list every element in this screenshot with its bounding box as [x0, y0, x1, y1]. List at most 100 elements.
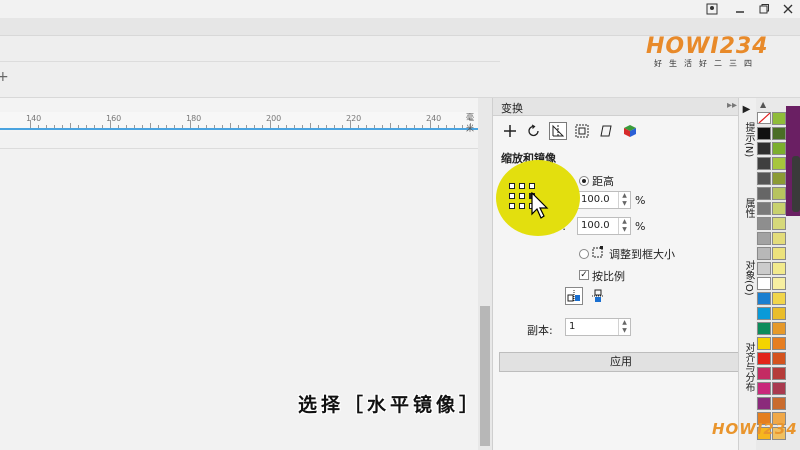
- color-swatch[interactable]: [757, 187, 771, 200]
- user-doc-icon[interactable]: [702, 1, 722, 17]
- hints-tab-icon[interactable]: ▶: [741, 104, 752, 115]
- anchor-dot[interactable]: [509, 193, 515, 199]
- color-swatch[interactable]: [772, 142, 786, 155]
- ruler-tick: [78, 125, 79, 128]
- ruler-tick: [454, 125, 455, 128]
- anchor-dot[interactable]: [519, 193, 525, 199]
- color-swatch[interactable]: [757, 232, 771, 245]
- tab-hints[interactable]: 提示(N): [741, 122, 756, 157]
- mirror-horizontal-icon[interactable]: [565, 287, 583, 305]
- anchor-dot[interactable]: [529, 183, 535, 189]
- color-swatch[interactable]: [757, 172, 771, 185]
- anchor-dot[interactable]: [509, 203, 515, 209]
- color-swatch[interactable]: [772, 397, 786, 410]
- color-swatch[interactable]: [757, 202, 771, 215]
- color-swatch[interactable]: [772, 232, 786, 245]
- color-swatch[interactable]: [757, 322, 771, 335]
- spin-arrows-icon[interactable]: ▲ ▼: [618, 319, 630, 335]
- close-icon[interactable]: [778, 1, 798, 17]
- color-swatch[interactable]: [772, 127, 786, 140]
- x-unit: %: [635, 194, 646, 207]
- color-swatch[interactable]: [757, 142, 771, 155]
- size-icon[interactable]: [573, 122, 591, 140]
- skew-icon[interactable]: [597, 122, 615, 140]
- color-swatch[interactable]: [772, 187, 786, 200]
- tab-properties[interactable]: 属性: [741, 198, 756, 218]
- palette-scroll-handle[interactable]: [792, 156, 800, 212]
- color-swatch[interactable]: [757, 307, 771, 320]
- apply-button[interactable]: 应用: [499, 352, 743, 372]
- color-swatch[interactable]: [772, 292, 786, 305]
- copies-field[interactable]: 1 ▲ ▼: [565, 318, 631, 336]
- x-scale-field[interactable]: 100.0 ▲ ▼: [577, 191, 631, 209]
- color-swatch[interactable]: [772, 352, 786, 365]
- ruler-tick: [214, 125, 215, 128]
- tab-objects[interactable]: 对象(O): [741, 260, 756, 296]
- color-swatch[interactable]: [772, 217, 786, 230]
- color-swatch[interactable]: [757, 247, 771, 260]
- ruler-tick: [46, 125, 47, 128]
- ruler-tick: [310, 123, 311, 128]
- color-swatch[interactable]: [757, 277, 771, 290]
- color-swatch[interactable]: [757, 397, 771, 410]
- docker-title: 变换: [501, 102, 523, 115]
- color-swatch[interactable]: [772, 202, 786, 215]
- color-swatch[interactable]: [757, 352, 771, 365]
- ruler-tick: [382, 125, 383, 128]
- mirror-vertical-icon[interactable]: [589, 287, 607, 305]
- palette-scroll-up-icon[interactable]: ▲: [760, 100, 766, 109]
- color-swatch[interactable]: [757, 262, 771, 275]
- color-swatch[interactable]: [772, 337, 786, 350]
- color-swatch[interactable]: [772, 382, 786, 395]
- minimize-icon[interactable]: [730, 1, 750, 17]
- color-swatch[interactable]: [772, 307, 786, 320]
- color-swatch[interactable]: [772, 172, 786, 185]
- rotate-icon[interactable]: [525, 122, 543, 140]
- restore-icon[interactable]: [754, 1, 774, 17]
- spin-arrows-icon[interactable]: ▲ ▼: [618, 192, 630, 208]
- ruler-tick: [286, 125, 287, 128]
- position-icon[interactable]: [501, 122, 519, 140]
- ruler-unit-label: 毫米: [466, 113, 474, 133]
- color-swatch[interactable]: [772, 277, 786, 290]
- scale-mirror-icon[interactable]: [549, 122, 567, 140]
- color-swatch[interactable]: [772, 262, 786, 275]
- color-swatch[interactable]: [757, 292, 771, 305]
- anchor-dot[interactable]: [509, 183, 515, 189]
- ruler-tick: [86, 125, 87, 128]
- color-swatch[interactable]: [772, 367, 786, 380]
- no-color-swatch[interactable]: [757, 112, 771, 124]
- copies-label: 副本:: [527, 324, 553, 337]
- ruler-tick: [318, 125, 319, 128]
- color-swatch[interactable]: [757, 337, 771, 350]
- tab-align-distribute[interactable]: 对齐与分布: [741, 342, 756, 392]
- copies-value: 1: [569, 321, 576, 332]
- color-swatch[interactable]: [757, 157, 771, 170]
- add-icon[interactable]: +: [0, 69, 9, 85]
- scrollbar-thumb[interactable]: [480, 306, 490, 446]
- colored-cube-icon[interactable]: [621, 122, 639, 140]
- color-swatch[interactable]: [757, 217, 771, 230]
- ruler-tick: [438, 125, 439, 128]
- color-swatch[interactable]: [757, 127, 771, 140]
- ruler-tick: [134, 125, 135, 128]
- spin-arrows-icon[interactable]: ▲ ▼: [618, 218, 630, 234]
- anchor-dot[interactable]: [519, 183, 525, 189]
- color-swatch[interactable]: [772, 322, 786, 335]
- color-swatch[interactable]: [772, 247, 786, 260]
- distance-radio[interactable]: [579, 176, 589, 186]
- ruler-tick: [326, 125, 327, 128]
- color-swatch[interactable]: [772, 157, 786, 170]
- color-swatch[interactable]: [772, 112, 786, 125]
- color-swatch[interactable]: [757, 367, 771, 380]
- fit-to-frame-radio[interactable]: [579, 249, 589, 259]
- color-swatch[interactable]: [757, 382, 771, 395]
- ruler-tick: [182, 125, 183, 128]
- anchor-dot[interactable]: [519, 203, 525, 209]
- ruler-tick: [62, 125, 63, 128]
- y-scale-field[interactable]: 100.0 ▲ ▼: [577, 217, 631, 235]
- logo-text: HOWI234: [646, 34, 769, 59]
- expand-icon[interactable]: ▸▸: [727, 100, 737, 111]
- horizontal-ruler[interactable]: 140 160 180 200 220 240: [0, 112, 503, 130]
- proportional-checkbox[interactable]: ✓: [579, 270, 589, 280]
